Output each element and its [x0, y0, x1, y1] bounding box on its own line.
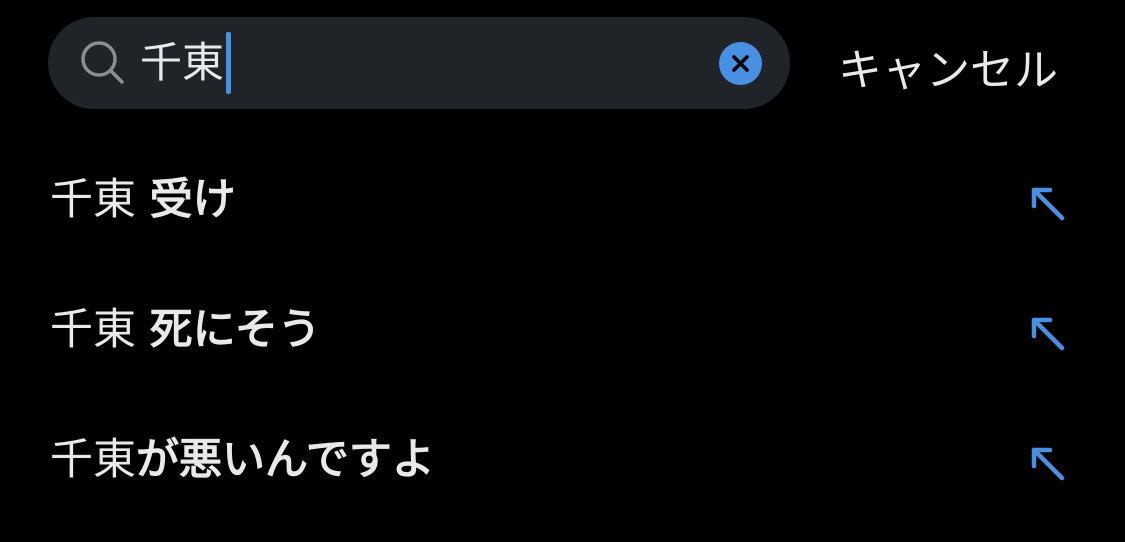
- x-circle-icon: [719, 42, 762, 85]
- suggestion-query: 千東: [50, 434, 136, 485]
- suggestion-query: 千東: [50, 174, 136, 225]
- suggestion-separator: [136, 179, 150, 222]
- suggestion-item[interactable]: 千東 が悪いんですよ: [0, 400, 1125, 520]
- suggestion-item[interactable]: 千東 受け: [0, 140, 1125, 260]
- suggestion-text: 千東 死にそう: [50, 300, 321, 360]
- suggestion-completion: が悪いんですよ: [136, 434, 435, 485]
- arrow-up-left-icon[interactable]: [1024, 310, 1072, 358]
- search-query-text: 千東: [140, 38, 225, 87]
- text-caret: [226, 32, 232, 94]
- clear-search-button[interactable]: [719, 42, 762, 85]
- arrow-up-left-icon[interactable]: [1024, 440, 1072, 488]
- suggestion-item[interactable]: 千東 死にそう: [0, 270, 1125, 390]
- search-icon: [81, 41, 124, 84]
- search-input[interactable]: 千東: [140, 32, 232, 94]
- cancel-button[interactable]: キャンセル: [838, 36, 1058, 96]
- suggestion-text: 千東 が悪いんですよ: [50, 430, 435, 490]
- suggestion-completion: 受け: [149, 174, 236, 225]
- suggestion-text: 千東 受け: [50, 170, 236, 230]
- suggestion-query: 千東: [50, 304, 136, 355]
- suggestion-completion: 死にそう: [149, 304, 321, 355]
- suggestion-separator: [136, 309, 150, 352]
- arrow-up-left-icon[interactable]: [1024, 180, 1072, 228]
